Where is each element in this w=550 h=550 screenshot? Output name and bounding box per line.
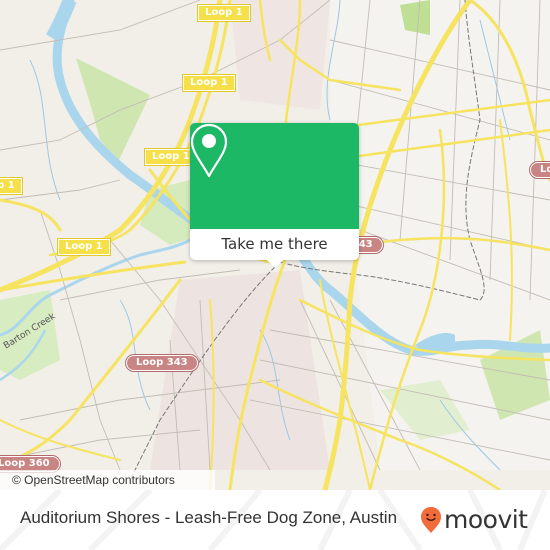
moovit-logo[interactable]: moovit xyxy=(420,504,528,536)
map-attribution[interactable]: © OpenStreetMap contributors xyxy=(0,470,215,490)
map-card: Loop 1 Loop 1 Loop 1 Loop 1 Loop 1 Loop … xyxy=(0,0,550,550)
map-pin-icon xyxy=(190,123,228,178)
moovit-wordmark: moovit xyxy=(444,505,528,534)
place-name: Auditorium Shores - Leash-Free Dog Zone,… xyxy=(20,508,398,527)
take-me-there-button[interactable]: Take me there xyxy=(190,229,359,260)
road-shield: Loop 1 xyxy=(197,4,251,22)
road-shield: Loop 1 xyxy=(182,74,236,92)
popup-tail xyxy=(266,259,284,268)
footer-bar: Auditorium Shores - Leash-Free Dog Zone,… xyxy=(0,490,550,550)
road-shield: Loop 1 xyxy=(144,148,198,166)
road-shield: Loop xyxy=(528,161,550,179)
road-shield: Loop 1 xyxy=(0,177,23,195)
road-shield: Loop 1 xyxy=(57,238,111,256)
moovit-pin-smile-icon xyxy=(421,507,441,533)
road-shield: Loop 343 xyxy=(125,354,199,372)
map-view[interactable]: Loop 1 Loop 1 Loop 1 Loop 1 Loop 1 Loop … xyxy=(0,0,550,490)
popup-header xyxy=(190,123,359,229)
location-popup: Take me there xyxy=(190,123,359,268)
